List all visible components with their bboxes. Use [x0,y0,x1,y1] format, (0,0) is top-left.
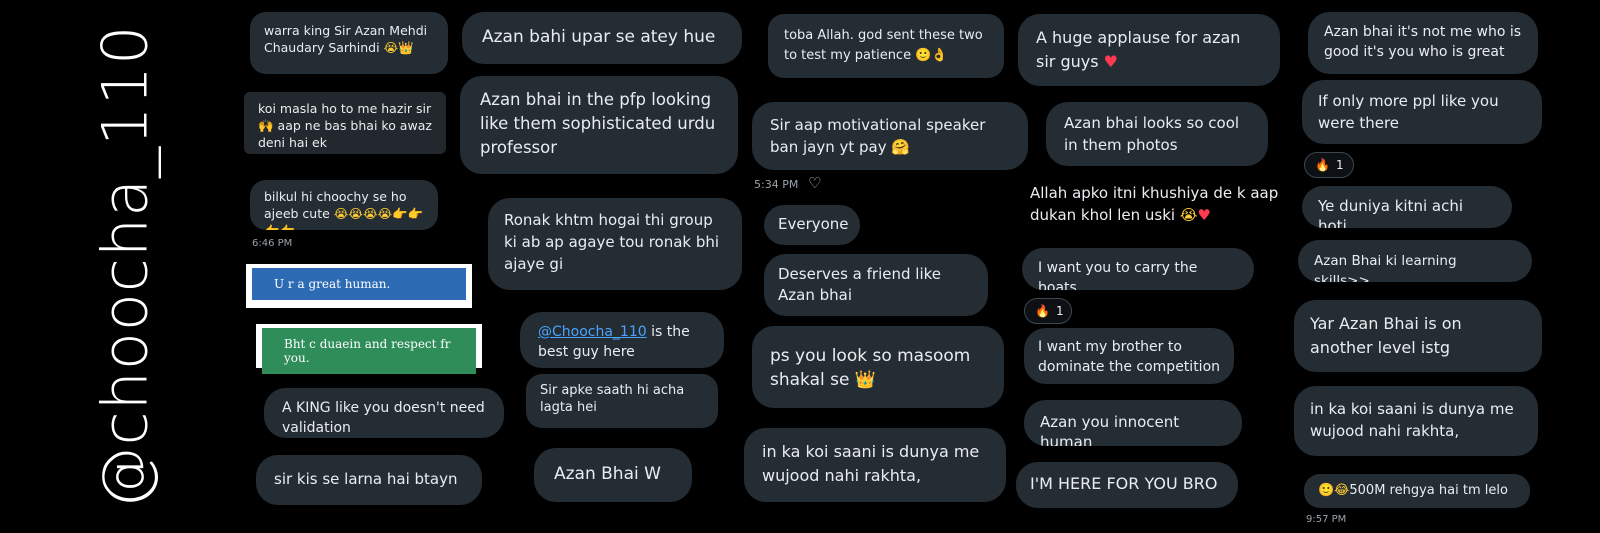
message-bubble: toba Allah. god sent these two to test m… [768,14,1004,78]
message-text: Azan bhai in the pfp looking like them s… [480,90,716,157]
message-bubble: warra king Sir Azan Mehdi Chaudary Sarhi… [250,12,448,74]
screenshot-card-green: Bht c duaein and respect fr you. [256,324,482,374]
message-bubble: Sir apke saath hi acha lagta hei [526,374,718,428]
heart-icon: ♥ [1197,206,1211,224]
message-bubble: @Choocha_110 is the best guy here [520,312,724,368]
message-text: Azan bahi upar se atey hue [482,27,716,47]
timestamp: 6:46 PM [252,238,293,249]
message-text: Allah apko itni khushiya de k aap dukan … [1030,184,1279,224]
user-mention-link[interactable]: @Choocha_110 [538,324,647,340]
message-bubble: Azan bhai in the pfp looking like them s… [460,76,738,174]
crown-icon: 👑 [854,370,877,390]
message-bubble: I want you to carry the boats [1022,248,1254,290]
crying-emoji-icon: 😭 [1179,206,1198,224]
hugging-emoji-icon: 🤗 [891,138,911,156]
message-bubble: 🙂😂500M rehgya hai tm lelo [1304,474,1530,508]
reaction-pill[interactable]: 🔥 1 [1304,152,1354,178]
message-bubble: Azan bahi upar se atey hue [462,12,742,64]
message-bubble: Yar Azan Bhai is on another level istg [1294,300,1542,372]
message-bubble: ps you look so masoom shakal se 👑 [752,326,1004,408]
message-text: Sir apke saath hi acha lagta hei [540,383,685,415]
card-text: U r a great human. [252,268,466,300]
reaction-count: 1 [1335,158,1344,172]
handle-watermark: @choocha_110 [70,4,180,529]
message-bubble: koi masla ho to me hazir sir 🙌 aap ne ba… [244,92,446,154]
message-bubble: Azan bhai looks so cool in them photos [1046,102,1268,166]
message-text: I'M HERE FOR YOU BRO [1030,474,1218,493]
message-text: Azan bhai looks so cool in them photos [1064,114,1240,154]
message-text: toba Allah. god sent these two to test m… [784,28,983,63]
message-text: I want my brother to dominate the compet… [1038,339,1221,375]
message-text: in ka koi saani is dunya me wujood nahi … [1310,400,1514,440]
message-text: Azan Bhai ki learning skills>> [1314,253,1457,282]
message-bubble: Deserves a friend like Azan bhai [764,254,988,316]
card-text: Bht c duaein and respect fr you. [262,328,476,374]
message-text: Azan Bhai W [554,464,661,484]
message-bubble: Azan Bhai W [534,448,692,502]
message-text: Ye duniya kitni achi hoti [1318,197,1463,228]
crying-emoji-icon: 😭 [383,40,399,55]
add-reaction-icon[interactable]: ♡ [808,174,821,192]
message-text: koi masla ho to me hazir sir 🙌 aap ne ba… [258,101,432,150]
fire-icon: 🔥 [1035,304,1050,318]
message-bubble: A KING like you doesn't need validation [264,388,504,438]
message-text: If only more ppl like you were there [1318,92,1499,132]
reaction-count: 1 [1055,304,1064,318]
message-text: Azan bhai it's not me who is good it's y… [1324,24,1522,60]
laughing-emoji-icon: 🙂😂 [1318,483,1350,498]
message-bubble: I'M HERE FOR YOU BRO [1016,462,1238,508]
message-bubble: I want my brother to dominate the compet… [1024,328,1234,384]
screenshot-card-blue: U r a great human. [246,264,472,308]
message-bubble: Sir aap motivational speaker ban jayn yt… [752,102,1028,170]
message-text: 500M rehgya hai tm lelo [1349,483,1508,498]
message-text: I want you to carry the boats [1038,260,1198,290]
message-text: in ka koi saani is dunya me wujood nahi … [762,442,980,485]
fire-icon: 🔥 [1315,158,1330,172]
reaction-pill[interactable]: 🔥 1 [1024,298,1072,324]
message-text: Ronak khtm hogai thi group ki ab ap agay… [504,211,720,273]
message-bubble: If only more ppl like you were there [1302,80,1542,144]
crown-icon: 👑 [398,40,414,55]
message-bubble: Azan bhai it's not me who is good it's y… [1308,12,1538,74]
ok-hand-icon: 👌 [931,48,948,63]
message-bubble: in ka koi saani is dunya me wujood nahi … [1294,386,1538,456]
message-text: Sir aap motivational speaker ban jayn yt… [770,116,986,156]
message-text: A KING like you doesn't need validation [282,400,485,436]
message-bubble: Ronak khtm hogai thi group ki ab ap agay… [488,198,742,290]
message-bubble: Azan you innocent human [1024,400,1242,446]
message-text: Azan you innocent human [1040,413,1180,446]
message-text: Deserves a friend like Azan bhai [778,265,941,304]
message-bubble: bilkul hi choochy se ho ajeeb cute 😭😭😭😭👉… [250,180,438,230]
message-bubble: A huge applause for azan sir guys ♥ [1018,14,1280,86]
timestamp: 5:34 PM [754,178,799,191]
message-bubble: Everyone [764,205,860,245]
message-text: sir kis se larna hai btayn [274,470,458,488]
message-bubble: Azan Bhai ki learning skills>> [1298,240,1532,282]
heart-icon: ♥ [1103,52,1118,71]
message-text: A huge applause for azan sir guys [1036,28,1241,71]
smile-emoji-icon: 🙂 [915,48,932,63]
message-text: Everyone [778,215,849,233]
timestamp: 9:57 PM [1306,514,1347,525]
handle-text: @choocha_110 [88,24,162,509]
message-bubble: in ka koi saani is dunya me wujood nahi … [744,428,1006,502]
message-bubble: sir kis se larna hai btayn [256,455,482,505]
message-bubble: Ye duniya kitni achi hoti [1302,186,1512,228]
message-text: Yar Azan Bhai is on another level istg [1310,314,1462,357]
message-bubble: Allah apko itni khushiya de k aap dukan … [1020,176,1290,238]
